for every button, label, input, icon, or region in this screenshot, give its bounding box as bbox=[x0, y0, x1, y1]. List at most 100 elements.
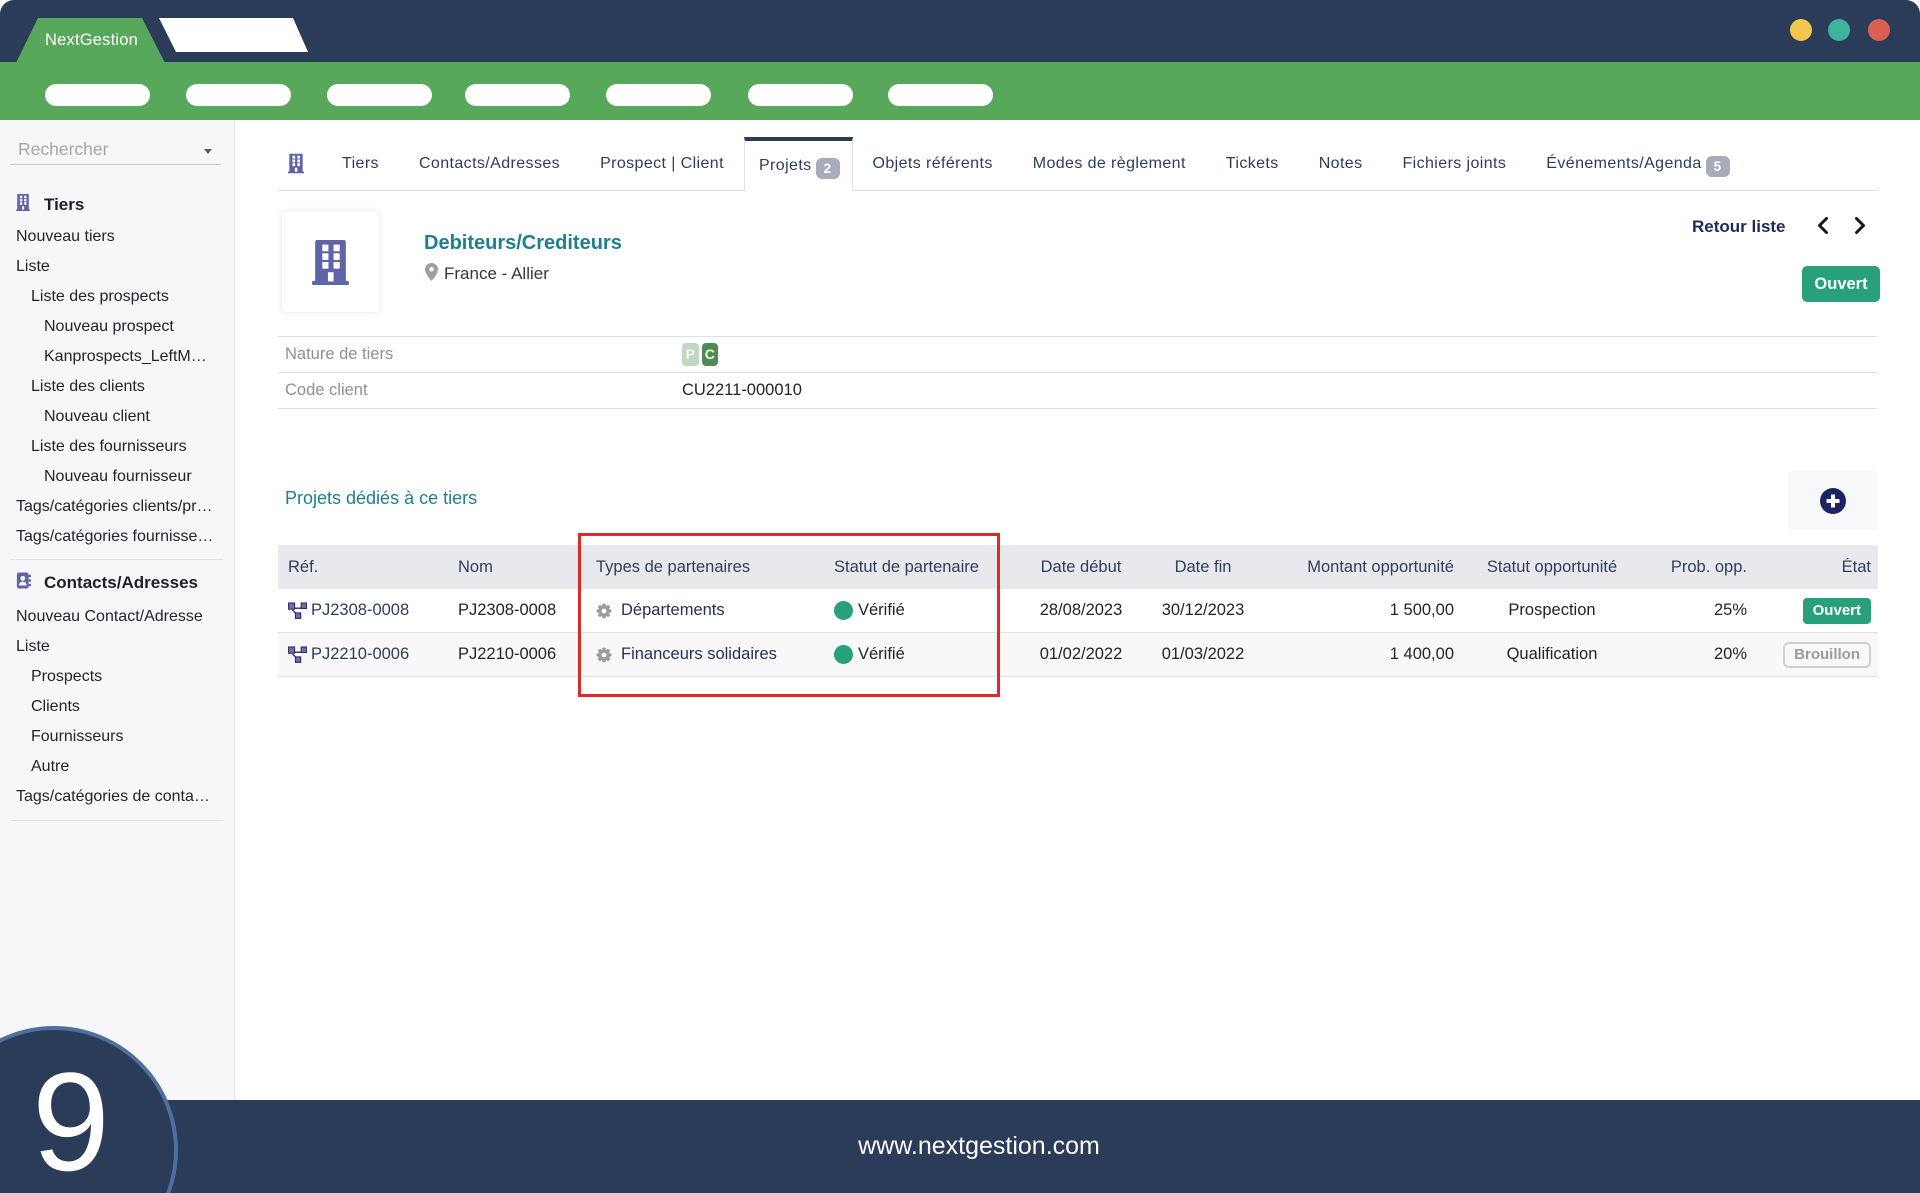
tab-agenda-count-badge: 5 bbox=[1706, 156, 1730, 177]
tab-tickets[interactable]: Tickets bbox=[1206, 137, 1299, 190]
date-fin: 01/03/2022 bbox=[1158, 645, 1248, 664]
tab-fichiers-joints[interactable]: Fichiers joints bbox=[1382, 137, 1526, 190]
projects-table: Réf. Nom Types de partenaires Statut de … bbox=[278, 545, 1878, 677]
col-header-prob-opp[interactable]: Prob. opp. bbox=[1640, 558, 1757, 577]
sidebar-item-liste-des-prospects[interactable]: Liste des prospects bbox=[0, 282, 235, 312]
sidebar-item-nouveau-tiers[interactable]: Nouveau tiers bbox=[0, 222, 235, 252]
col-header-date-debut[interactable]: Date début bbox=[1004, 558, 1158, 577]
field-row-code-client: Code client CU2211-000010 bbox=[278, 373, 1878, 410]
sidebar-item-liste-des-clients[interactable]: Liste des clients bbox=[0, 372, 235, 402]
sidebar-item-nouveau-contact[interactable]: Nouveau Contact/Adresse bbox=[0, 602, 235, 632]
chevron-right-icon bbox=[1853, 217, 1867, 234]
etat-badge-brouillon[interactable]: Brouillon bbox=[1783, 642, 1871, 668]
field-label: Nature de tiers bbox=[278, 345, 682, 364]
record-avatar bbox=[282, 212, 379, 312]
sidebar-item-autre[interactable]: Autre bbox=[0, 752, 235, 782]
col-header-types-partenaires[interactable]: Types de partenaires bbox=[586, 558, 824, 577]
etat-badge-ouvert[interactable]: Ouvert bbox=[1803, 598, 1871, 624]
sidebar-item-prospects[interactable]: Prospects bbox=[0, 662, 235, 692]
window-close-dot[interactable] bbox=[1868, 19, 1890, 41]
brand-name: NextGestion bbox=[16, 31, 138, 50]
sidebar-item-nouveau-client[interactable]: Nouveau client bbox=[0, 402, 235, 432]
nature-badge-prospect: P bbox=[682, 343, 699, 366]
sidebar-item-tags-clients[interactable]: Tags/catégories clients/pr… bbox=[0, 492, 235, 522]
sidebar-item-clients[interactable]: Clients bbox=[0, 692, 235, 722]
prob-opp: 25% bbox=[1640, 601, 1757, 620]
window-maximize-dot[interactable] bbox=[1828, 19, 1850, 41]
projects-section-title: Projets dédiés à ce tiers bbox=[285, 488, 477, 509]
back-to-list-link[interactable]: Retour liste bbox=[1692, 217, 1786, 237]
sidebar-section-contacts: Contacts/Adresses bbox=[0, 573, 235, 593]
record-location: France - Allier bbox=[444, 264, 549, 284]
menu-pill-4[interactable] bbox=[465, 84, 570, 106]
project-ref-link[interactable]: PJ2210-0006 bbox=[311, 645, 409, 664]
footer-bar: www.nextgestion.com bbox=[0, 1100, 1920, 1193]
partner-type: Financeurs solidaires bbox=[621, 645, 777, 664]
nature-badge-client: C bbox=[702, 343, 719, 366]
col-header-nom[interactable]: Nom bbox=[448, 558, 586, 577]
sidebar-item-nouveau-prospect[interactable]: Nouveau prospect bbox=[0, 312, 235, 342]
sidebar-item-tags-fournisseurs[interactable]: Tags/catégories fournisse… bbox=[0, 522, 235, 552]
sidebar-item-liste-des-fournisseurs[interactable]: Liste des fournisseurs bbox=[0, 432, 235, 462]
tab-contacts-adresses[interactable]: Contacts/Adresses bbox=[399, 137, 580, 190]
col-header-ref[interactable]: Réf. bbox=[278, 558, 448, 577]
status-dot-icon bbox=[834, 645, 853, 664]
tab-tiers-home[interactable] bbox=[278, 137, 322, 190]
sidebar-item-fournisseurs[interactable]: Fournisseurs bbox=[0, 722, 235, 752]
tab-tiers[interactable]: Tiers bbox=[322, 137, 399, 190]
project-nom: PJ2210-0006 bbox=[448, 645, 586, 664]
tab-prospect-client[interactable]: Prospect | Client bbox=[580, 137, 744, 190]
table-row[interactable]: PJ2210-0006 PJ2210-0006 Financeurs solid… bbox=[278, 633, 1878, 677]
chevron-down-icon[interactable] bbox=[204, 149, 212, 154]
date-debut: 28/08/2023 bbox=[1004, 601, 1158, 620]
building-icon bbox=[312, 240, 349, 285]
partner-status: Vérifié bbox=[858, 645, 905, 664]
search-input[interactable] bbox=[10, 128, 221, 164]
field-label: Code client bbox=[278, 381, 682, 400]
brand-logo-tab: NextGestion bbox=[16, 18, 165, 63]
partner-status: Vérifié bbox=[858, 601, 905, 620]
sidebar-item-nouveau-fournisseur[interactable]: Nouveau fournisseur bbox=[0, 462, 235, 492]
sidebar-item-liste-tiers[interactable]: Liste bbox=[0, 252, 235, 282]
sidebar: Tiers Nouveau tiers Liste Liste des pros… bbox=[0, 120, 235, 1100]
col-header-statut-partenaire[interactable]: Statut de partenaire bbox=[824, 558, 1004, 577]
sidebar-item-kanprospects[interactable]: Kanprospects_LeftM… bbox=[0, 342, 235, 372]
menu-pill-7[interactable] bbox=[888, 84, 993, 106]
field-value: CU2211-000010 bbox=[682, 381, 802, 400]
record-status-button[interactable]: Ouvert bbox=[1802, 266, 1880, 302]
record-fields: Nature de tiers P C Code client CU2211-0… bbox=[278, 336, 1878, 409]
tab-modes-de-reglement[interactable]: Modes de règlement bbox=[1013, 137, 1206, 190]
sidebar-item-liste-contacts[interactable]: Liste bbox=[0, 632, 235, 662]
title-bar: NextGestion bbox=[0, 0, 1920, 62]
tab-projets[interactable]: Projets 2 bbox=[744, 137, 853, 191]
sidebar-section-title: Tiers bbox=[44, 195, 84, 215]
sidebar-menu-contacts: Nouveau Contact/Adresse Liste Prospects … bbox=[0, 602, 235, 812]
sidebar-menu-tiers: Nouveau tiers Liste Liste des prospects … bbox=[0, 222, 235, 552]
partner-type: Départements bbox=[621, 601, 725, 620]
col-header-statut-opportunite[interactable]: Statut opportunité bbox=[1464, 558, 1640, 577]
add-project-button[interactable] bbox=[1788, 471, 1878, 530]
col-header-date-fin[interactable]: Date fin bbox=[1158, 558, 1248, 577]
col-header-montant[interactable]: Montant opportunité bbox=[1248, 558, 1464, 577]
main-menu-bar bbox=[0, 62, 1920, 120]
window-minimize-dot[interactable] bbox=[1790, 19, 1812, 41]
menu-pill-1[interactable] bbox=[45, 84, 150, 106]
table-header-row: Réf. Nom Types de partenaires Statut de … bbox=[278, 545, 1878, 589]
next-record-button[interactable] bbox=[1853, 217, 1867, 239]
tab-objets-referents[interactable]: Objets référents bbox=[853, 137, 1013, 190]
sidebar-item-tags-contacts[interactable]: Tags/catégories de conta… bbox=[0, 782, 235, 812]
menu-pill-6[interactable] bbox=[748, 84, 853, 106]
col-header-etat[interactable]: État bbox=[1757, 558, 1878, 577]
project-diagram-icon bbox=[288, 602, 307, 619]
date-debut: 01/02/2022 bbox=[1004, 645, 1158, 664]
table-row[interactable]: PJ2308-0008 PJ2308-0008 Départements Vér… bbox=[278, 589, 1878, 633]
menu-pill-3[interactable] bbox=[327, 84, 432, 106]
menu-pill-2[interactable] bbox=[186, 84, 291, 106]
menu-pill-5[interactable] bbox=[606, 84, 711, 106]
statut-opportunite: Qualification bbox=[1464, 645, 1640, 664]
prob-opp: 20% bbox=[1640, 645, 1757, 664]
previous-record-button[interactable] bbox=[1816, 217, 1830, 239]
tab-notes[interactable]: Notes bbox=[1299, 137, 1383, 190]
project-ref-link[interactable]: PJ2308-0008 bbox=[311, 601, 409, 620]
tab-evenements-agenda[interactable]: Événements/Agenda 5 bbox=[1526, 137, 1749, 190]
